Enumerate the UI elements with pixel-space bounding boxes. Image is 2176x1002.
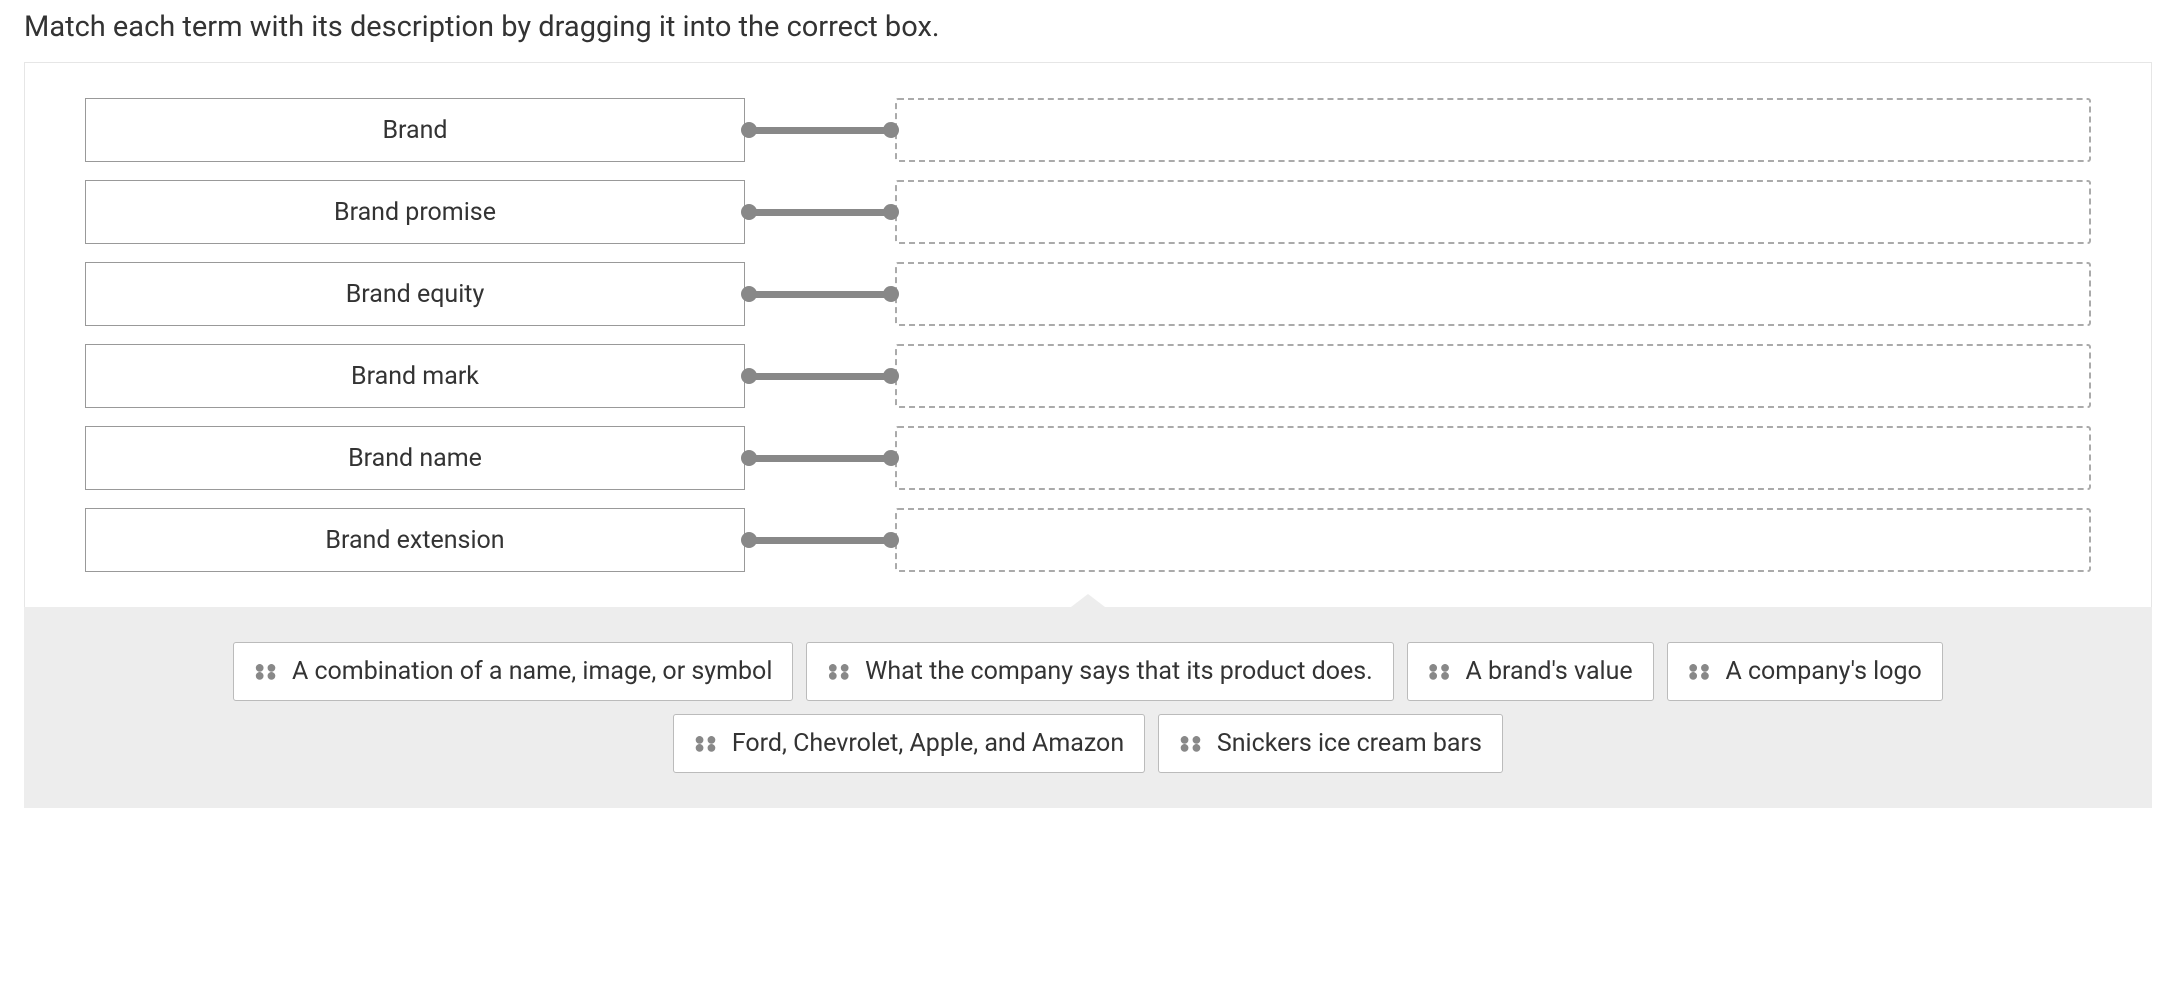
connector-line [745, 455, 895, 462]
connector-dot-left [741, 122, 757, 138]
option-chip-company-says[interactable]: ●●●● What the company says that its prod… [806, 642, 1393, 701]
option-label: What the company says that its product d… [865, 657, 1373, 686]
drag-handle-icon: ●●●● [1428, 664, 1452, 678]
drop-zone-brand-promise[interactable] [895, 180, 2091, 244]
connector-line [745, 537, 895, 544]
connector-dot-left [741, 204, 757, 220]
option-chip-company-logo[interactable]: ●●●● A company's logo [1667, 642, 1943, 701]
match-row: Brand equity [85, 262, 2091, 326]
connector-dot-left [741, 450, 757, 466]
connector [745, 262, 895, 326]
connector-dot-right [883, 532, 899, 548]
term-label: Brand mark [351, 362, 479, 391]
term-box-brand-mark: Brand mark [85, 344, 745, 408]
drag-handle-icon: ●●●● [1179, 736, 1203, 750]
drop-zone-brand-name[interactable] [895, 426, 2091, 490]
connector [745, 344, 895, 408]
match-row: Brand [85, 98, 2091, 162]
options-tray: ●●●● A combination of a name, image, or … [24, 607, 2152, 808]
term-label: Brand promise [334, 198, 496, 227]
drop-zone-brand[interactable] [895, 98, 2091, 162]
connector-dot-right [883, 368, 899, 384]
option-label: Ford, Chevrolet, Apple, and Amazon [732, 729, 1124, 758]
matching-area: Brand Brand promise [24, 62, 2152, 607]
match-row: Brand name [85, 426, 2091, 490]
option-chip-ford-chevrolet[interactable]: ●●●● Ford, Chevrolet, Apple, and Amazon [673, 714, 1145, 773]
connector-line [745, 127, 895, 134]
option-chip-brand-value[interactable]: ●●●● A brand's value [1407, 642, 1654, 701]
connector-dot-left [741, 532, 757, 548]
connector [745, 180, 895, 244]
match-row: Brand promise [85, 180, 2091, 244]
connector [745, 426, 895, 490]
matching-exercise: Match each term with its description by … [0, 0, 2176, 808]
match-row: Brand extension [85, 508, 2091, 572]
option-label: A combination of a name, image, or symbo… [292, 657, 772, 686]
drop-zone-brand-extension[interactable] [895, 508, 2091, 572]
connector-line [745, 373, 895, 380]
drop-zone-brand-equity[interactable] [895, 262, 2091, 326]
term-label: Brand [382, 116, 447, 145]
drag-handle-icon: ●●●● [694, 736, 718, 750]
option-chip-snickers[interactable]: ●●●● Snickers ice cream bars [1158, 714, 1503, 773]
connector-dot-left [741, 368, 757, 384]
term-box-brand-equity: Brand equity [85, 262, 745, 326]
match-row: Brand mark [85, 344, 2091, 408]
term-box-brand-promise: Brand promise [85, 180, 745, 244]
instructions-text: Match each term with its description by … [0, 0, 2176, 62]
drag-handle-icon: ●●●● [254, 664, 278, 678]
option-label: A company's logo [1725, 657, 1921, 686]
term-label: Brand name [348, 444, 482, 473]
term-box-brand: Brand [85, 98, 745, 162]
term-label: Brand extension [325, 526, 504, 555]
option-chip-combination[interactable]: ●●●● A combination of a name, image, or … [233, 642, 793, 701]
term-box-brand-extension: Brand extension [85, 508, 745, 572]
connector-dot-right [883, 450, 899, 466]
option-label: A brand's value [1466, 657, 1633, 686]
drag-handle-icon: ●●●● [1688, 664, 1712, 678]
connector-dot-right [883, 204, 899, 220]
tray-arrow-icon [1071, 594, 1105, 607]
connector-dot-right [883, 122, 899, 138]
term-box-brand-name: Brand name [85, 426, 745, 490]
connector [745, 98, 895, 162]
connector-dot-right [883, 286, 899, 302]
matching-rows: Brand Brand promise [25, 63, 2151, 607]
drop-zone-brand-mark[interactable] [895, 344, 2091, 408]
connector-dot-left [741, 286, 757, 302]
connector-line [745, 291, 895, 298]
connector-line [745, 209, 895, 216]
connector [745, 508, 895, 572]
option-label: Snickers ice cream bars [1217, 729, 1482, 758]
drag-handle-icon: ●●●● [827, 664, 851, 678]
term-label: Brand equity [346, 280, 485, 309]
